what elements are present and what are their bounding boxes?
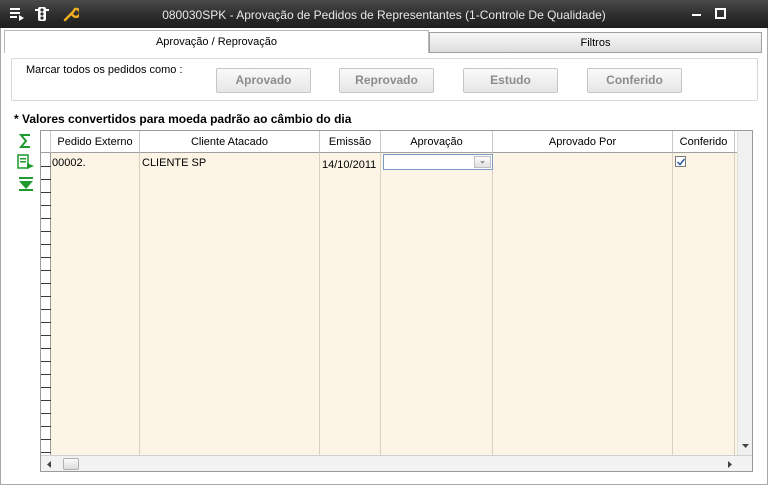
col-cliente-atacado (140, 153, 320, 455)
aprovado-button[interactable]: Aprovado (216, 68, 311, 93)
expand-down-icon[interactable] (17, 176, 35, 192)
aprovacao-dropdown[interactable] (383, 154, 493, 170)
scroll-right-icon[interactable] (727, 460, 733, 469)
col-aprovado-por (493, 153, 673, 455)
chevron-down-icon (480, 161, 485, 164)
title-bar: 080030SPK - Aprovação de Pedidos de Repr… (0, 0, 768, 28)
reprovado-button[interactable]: Reprovado (339, 68, 434, 93)
cell-emissao[interactable]: 14/10/2011 (322, 159, 376, 171)
scroll-left-icon[interactable] (46, 460, 52, 469)
col-aprovacao (381, 153, 493, 455)
conferido-checkbox[interactable] (675, 156, 686, 167)
col-conferido (673, 153, 735, 455)
col-pedido-externo (51, 153, 140, 455)
col-header-conferido[interactable]: Conferido (673, 131, 735, 153)
minimize-icon[interactable] (690, 7, 704, 21)
dropdown-button[interactable] (474, 156, 491, 168)
tab-filtros[interactable]: Filtros (429, 32, 762, 53)
col-header-emissao[interactable]: Emissão (320, 131, 381, 153)
conferido-button[interactable]: Conferido (587, 68, 682, 93)
export-icon[interactable] (17, 154, 35, 170)
vertical-scrollbar[interactable] (737, 131, 752, 455)
estudo-button[interactable]: Estudo (463, 68, 558, 93)
col-emissao (320, 153, 381, 455)
currency-note: * Valores convertidos para moeda padrão … (14, 112, 352, 126)
col-header-pedido-externo[interactable]: Pedido Externo (51, 131, 140, 153)
col-header-cliente-atacado[interactable]: Cliente Atacado (140, 131, 320, 153)
cell-pedido-externo[interactable]: 00002. (52, 157, 86, 169)
tab-label: Aprovação / Reprovação (155, 36, 278, 48)
sum-icon[interactable] (17, 133, 35, 149)
row-header-corner (41, 131, 51, 153)
cell-cliente-atacado[interactable]: CLIENTE SP (142, 157, 206, 169)
tab-divider (429, 52, 762, 53)
row-header-column (41, 153, 51, 455)
maximize-icon[interactable] (714, 7, 728, 21)
tab-aprovacao-reprovacao[interactable]: Aprovação / Reprovação (4, 30, 429, 53)
mark-all-label: Marcar todos os pedidos como : (26, 64, 183, 76)
horizontal-scroll-thumb[interactable] (63, 458, 79, 470)
tab-label: Filtros (580, 37, 611, 49)
col-header-aprovado-por[interactable]: Aprovado Por (493, 131, 673, 153)
orders-grid[interactable]: Pedido Externo Cliente Atacado Emissão A… (40, 130, 753, 472)
window-title: 080030SPK - Aprovação de Pedidos de Repr… (162, 8, 606, 22)
check-icon (676, 158, 686, 166)
horizontal-scrollbar[interactable] (41, 455, 752, 471)
col-header-aprovacao[interactable]: Aprovação (381, 131, 493, 153)
scroll-down-icon[interactable] (741, 443, 750, 449)
